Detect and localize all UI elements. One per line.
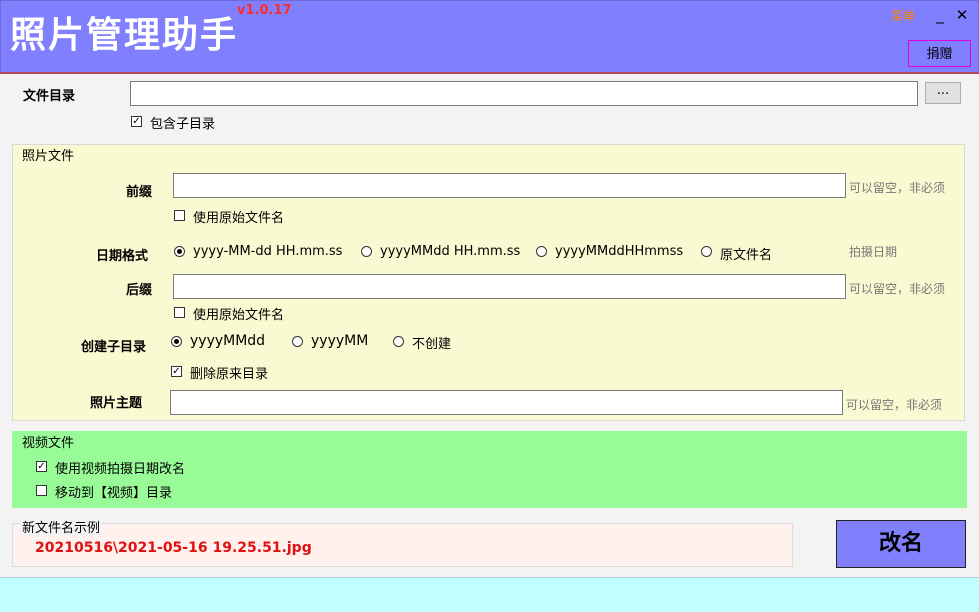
photo-group-title: 照片文件 — [22, 149, 75, 164]
subdir-option-1: yyyyMMdd — [190, 333, 266, 349]
file-dir-label: 文件目录 — [23, 89, 76, 104]
theme-hint: 可以留空，非必须 — [846, 398, 943, 412]
theme-input[interactable] — [170, 390, 843, 415]
prefix-original-checkbox[interactable] — [174, 210, 185, 221]
date-format-radio-4[interactable] — [701, 246, 712, 257]
donate-button[interactable]: 捐赠 — [908, 40, 971, 67]
example-title: 新文件名示例 — [20, 517, 103, 536]
video-move-label: 移动到【视频】目录 — [55, 486, 173, 501]
date-format-radio-1[interactable] — [174, 246, 185, 257]
file-dir-input[interactable] — [130, 81, 918, 106]
date-format-option-2: yyyyMMdd HH.mm.ss — [380, 244, 521, 259]
status-bar — [0, 577, 979, 612]
include-subdir-label: 包含子目录 — [150, 117, 216, 132]
prefix-input[interactable] — [173, 173, 846, 198]
menu-link[interactable]: 菜单 — [891, 7, 915, 24]
suffix-hint: 可以留空，非必须 — [849, 282, 946, 296]
date-format-hint: 拍摄日期 — [849, 245, 898, 259]
example-filename: 20210516\2021-05-16 19.25.51.jpg — [35, 540, 312, 556]
date-format-radio-2[interactable] — [361, 246, 372, 257]
theme-label: 照片主题 — [90, 396, 143, 411]
video-rename-label: 使用视频拍摄日期改名 — [55, 462, 186, 477]
video-move-checkbox[interactable] — [36, 485, 47, 496]
version-label: v1.0.17 — [237, 3, 292, 18]
date-format-option-3: yyyyMMddHHmmss — [555, 244, 684, 259]
subdir-radio-3[interactable] — [393, 336, 404, 347]
close-button[interactable]: ✕ — [952, 5, 972, 25]
prefix-original-label: 使用原始文件名 — [193, 211, 285, 226]
date-format-option-4: 原文件名 — [720, 248, 773, 263]
subdir-radio-2[interactable] — [292, 336, 303, 347]
suffix-original-label: 使用原始文件名 — [193, 308, 285, 323]
subdir-option-2: yyyyMM — [311, 333, 369, 349]
suffix-input[interactable] — [173, 274, 846, 299]
prefix-hint: 可以留空，非必须 — [849, 181, 946, 195]
prefix-label: 前缀 — [126, 185, 153, 200]
rename-button[interactable]: 改名 — [836, 520, 966, 568]
delete-original-checkbox[interactable]: ✓ — [171, 366, 182, 377]
include-subdir-checkbox[interactable]: ✓ — [131, 116, 142, 127]
example-box: 20210516\2021-05-16 19.25.51.jpg — [12, 523, 793, 567]
subdir-option-3: 不创建 — [412, 337, 452, 352]
suffix-label: 后缀 — [126, 283, 153, 298]
browse-button[interactable]: ... — [925, 82, 961, 104]
video-rename-checkbox[interactable]: ✓ — [36, 461, 47, 472]
video-group-title: 视频文件 — [22, 436, 75, 451]
minimize-button[interactable]: _ — [930, 5, 950, 25]
suffix-original-checkbox[interactable] — [174, 307, 185, 318]
date-format-label: 日期格式 — [96, 249, 149, 264]
app-title: 照片管理助手 — [10, 15, 239, 56]
date-format-option-1: yyyy-MM-dd HH.mm.ss — [193, 244, 343, 259]
delete-original-label: 删除原来目录 — [190, 367, 269, 382]
subdir-label: 创建子目录 — [81, 340, 147, 355]
date-format-radio-3[interactable] — [536, 246, 547, 257]
subdir-radio-1[interactable] — [171, 336, 182, 347]
